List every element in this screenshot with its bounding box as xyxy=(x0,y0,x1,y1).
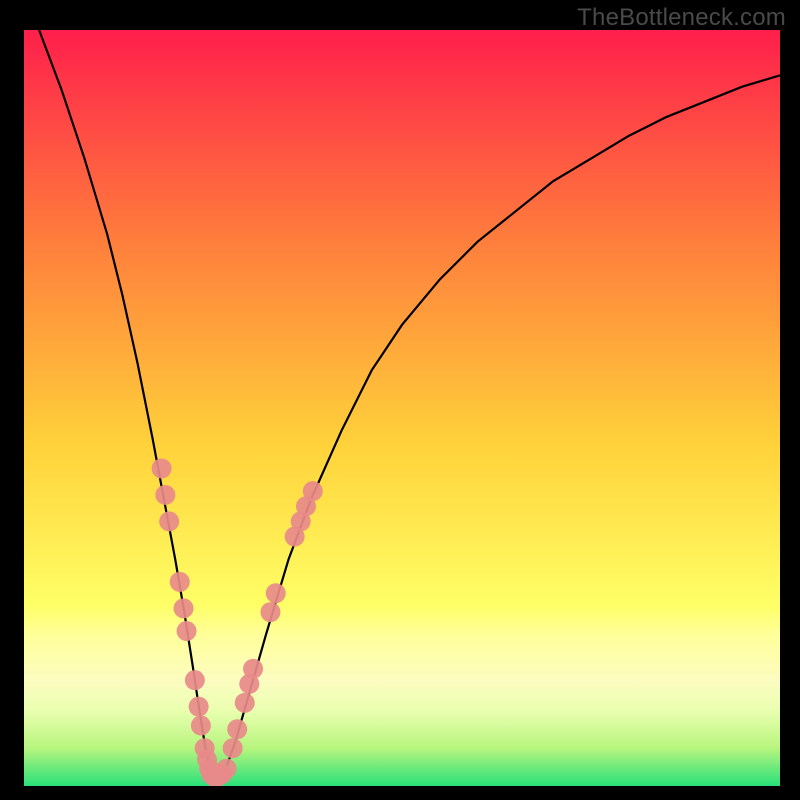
data-marker xyxy=(189,697,209,717)
data-marker xyxy=(243,659,263,679)
data-marker xyxy=(152,458,172,478)
data-marker xyxy=(223,738,243,758)
data-marker xyxy=(174,598,194,618)
watermark-text: TheBottleneck.com xyxy=(577,4,786,32)
data-marker xyxy=(170,572,190,592)
plot-area xyxy=(24,30,780,786)
data-marker xyxy=(159,511,179,531)
gradient-background xyxy=(24,30,780,786)
data-marker xyxy=(260,602,280,622)
data-marker xyxy=(191,716,211,736)
data-marker xyxy=(185,670,205,690)
data-marker xyxy=(227,719,247,739)
data-marker xyxy=(155,485,175,505)
data-marker xyxy=(235,693,255,713)
data-marker xyxy=(217,759,237,779)
bottleneck-chart-svg xyxy=(24,30,780,786)
data-marker xyxy=(177,621,197,641)
data-marker xyxy=(303,481,323,501)
data-marker xyxy=(266,583,286,603)
chart-frame: TheBottleneck.com xyxy=(0,0,800,800)
